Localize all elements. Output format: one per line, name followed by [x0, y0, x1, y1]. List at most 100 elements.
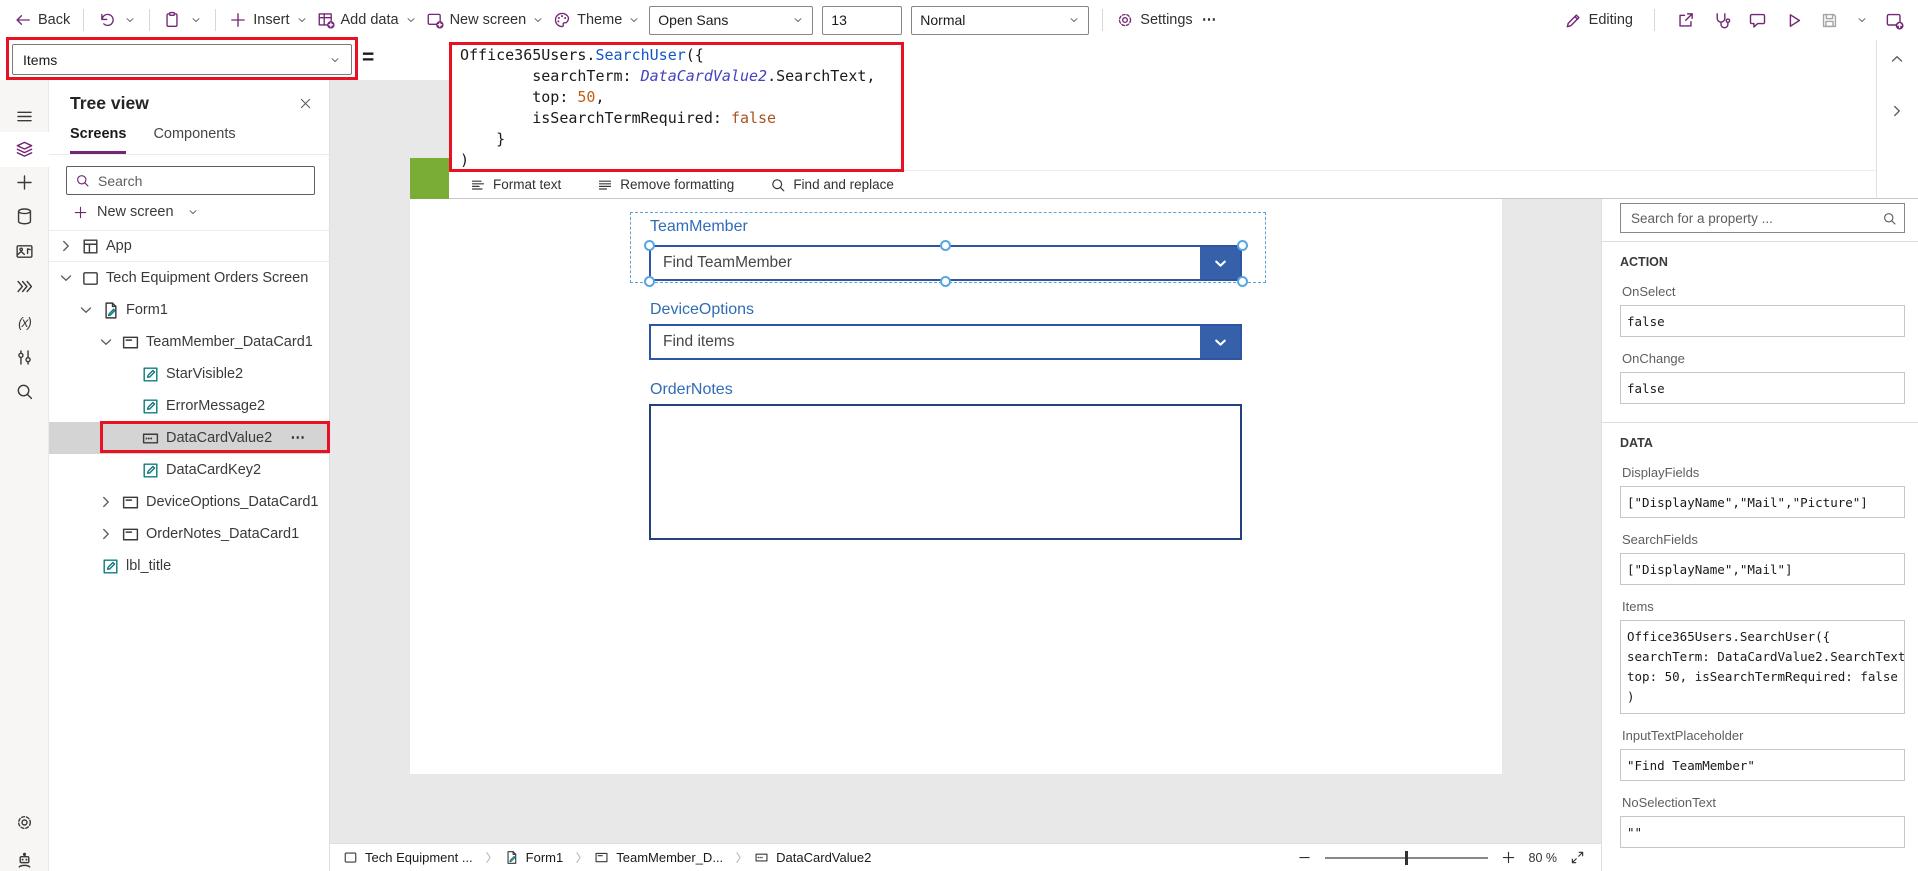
selection-handle[interactable] [1236, 275, 1248, 287]
data-icon[interactable] [15, 207, 34, 226]
find-and-replace-button[interactable]: Find and replace [770, 177, 894, 193]
tree-item-OrderNotes_DataCard1[interactable]: OrderNotes_DataCard1 [49, 518, 329, 550]
tree-view-icon[interactable] [15, 140, 34, 159]
textarea-OrderNotes[interactable] [649, 404, 1242, 540]
more-commands-button[interactable]: ⋯ [1202, 12, 1218, 28]
selection-handle[interactable] [940, 275, 951, 287]
tab-components[interactable]: Components [153, 126, 235, 154]
app-checker-icon[interactable] [1712, 11, 1731, 30]
formula-code[interactable]: Office365Users.SearchUser({ searchTerm: … [449, 40, 1876, 171]
remove-formatting-button[interactable]: Remove formatting [597, 177, 734, 193]
zoom-percentage[interactable]: 80 % [1529, 851, 1558, 865]
property-value-OnSelect[interactable]: false [1620, 305, 1905, 337]
advanced-tools-icon[interactable] [15, 348, 34, 367]
insert-icon[interactable] [15, 173, 34, 192]
selection-handle[interactable] [1236, 239, 1248, 251]
breadcrumb-item-DataCardValue2[interactable]: DataCardValue2 [754, 850, 871, 865]
font-style-select[interactable]: Normal [911, 5, 1090, 35]
form-icon [101, 301, 120, 320]
property-value-InputTextPlaceholder[interactable]: "Find TeamMember" [1620, 749, 1905, 781]
hamburger-menu-icon[interactable] [15, 107, 34, 126]
chevron-down-icon[interactable] [77, 301, 95, 319]
tree-search-box[interactable] [66, 166, 315, 195]
tree-item-Tech Equipment Orders Screen[interactable]: Tech Equipment Orders Screen [49, 262, 329, 294]
tree-item-StarVisible2[interactable]: StarVisible2 [49, 358, 329, 390]
zoom-slider[interactable] [1324, 850, 1488, 865]
power-automate-icon[interactable] [15, 277, 34, 296]
selection-handle[interactable] [643, 239, 655, 251]
property-value-OnChange[interactable]: false [1620, 372, 1905, 404]
selection-handle[interactable] [940, 239, 951, 251]
tree-item-lbl_title[interactable]: lbl_title [49, 550, 329, 582]
breadcrumb-item-Tech Equipment ...[interactable]: Tech Equipment ... [343, 850, 473, 865]
zoom-slider-thumb[interactable] [1404, 850, 1408, 865]
chevron-down-icon[interactable] [57, 269, 75, 287]
card-icon [121, 525, 140, 544]
share-icon[interactable] [1676, 11, 1695, 30]
undo-button[interactable] [97, 11, 115, 29]
property-dropdown[interactable]: Items [12, 44, 352, 75]
tab-screens[interactable]: Screens [70, 126, 127, 154]
property-value-DisplayFields[interactable]: ["DisplayName","Mail","Picture"] [1620, 486, 1905, 518]
font-family-select[interactable]: Open Sans [649, 5, 814, 35]
fit-to-window-icon[interactable] [1570, 850, 1585, 865]
tree-item-App[interactable]: App [49, 230, 329, 262]
format-text-button[interactable]: Format text [470, 177, 561, 193]
property-name-Items: Items [1622, 599, 1654, 614]
theme-menu[interactable]: Theme [553, 11, 640, 29]
back-button[interactable]: Back [14, 11, 70, 29]
combobox-dropdown-button[interactable] [1200, 247, 1240, 279]
new-screen-menu[interactable]: New screen [426, 11, 545, 29]
preview-play-icon[interactable] [1784, 11, 1803, 30]
tree-item-DataCardValue2[interactable]: DataCardValue2 ⋯ [49, 422, 329, 454]
tree-item-Form1[interactable]: Form1 [49, 294, 329, 326]
zoom-out-icon[interactable] [1297, 850, 1312, 865]
editing-mode-indicator[interactable]: Editing [1564, 11, 1633, 30]
more-options-button[interactable]: ⋯ [291, 430, 308, 446]
combobox-dropdown-button[interactable] [1200, 326, 1240, 358]
paste-button[interactable] [163, 11, 181, 29]
tree-search-input[interactable] [98, 172, 306, 189]
selection-handle[interactable] [643, 275, 655, 287]
screen-icon [81, 269, 100, 288]
publish-icon[interactable] [1885, 11, 1904, 30]
zoom-in-icon[interactable] [1501, 850, 1516, 865]
font-size-input[interactable]: 13 [822, 5, 903, 35]
tree-item-ErrorMessage2[interactable]: ErrorMessage2 [49, 390, 329, 422]
breadcrumb-item-TeamMember_D...[interactable]: TeamMember_D... [594, 850, 723, 865]
search-icon[interactable] [15, 382, 34, 401]
property-search-box[interactable] [1620, 203, 1905, 233]
comments-icon[interactable] [1748, 11, 1767, 30]
property-value-SearchFields[interactable]: ["DisplayName","Mail"] [1620, 553, 1905, 585]
breadcrumb-item-Form1[interactable]: Form1 [504, 850, 563, 865]
chevron-right-icon[interactable] [97, 493, 115, 511]
save-icon[interactable] [1820, 11, 1839, 30]
new-screen-button[interactable]: New screen [49, 195, 329, 230]
insert-menu[interactable]: Insert [229, 11, 307, 29]
paste-dropdown-chevron-icon[interactable] [190, 14, 202, 26]
close-icon[interactable] [298, 96, 313, 111]
add-data-menu[interactable]: Add data [317, 11, 417, 29]
save-options-chevron-icon[interactable] [1856, 14, 1868, 26]
lbl-title-green-block[interactable] [410, 158, 452, 199]
undo-dropdown-chevron-icon[interactable] [124, 14, 136, 26]
property-search-input[interactable] [1621, 210, 1904, 226]
property-value-Items[interactable]: Office365Users.SearchUser({searchTerm: D… [1620, 620, 1905, 714]
chevron-right-icon[interactable] [97, 525, 115, 543]
media-icon[interactable] [15, 242, 34, 261]
settings-icon[interactable] [15, 813, 34, 832]
tree-item-DataCardKey2[interactable]: DataCardKey2 [49, 454, 329, 486]
collapse-formula-bar-icon[interactable] [1888, 50, 1906, 68]
expand-panel-chevron-icon[interactable] [1888, 102, 1906, 120]
tree-item-DeviceOptions_DataCard1[interactable]: DeviceOptions_DataCard1 [49, 486, 329, 518]
virtual-agent-icon[interactable] [15, 851, 34, 870]
variables-icon[interactable]: (x) [15, 313, 34, 332]
tree-item-TeamMember_DataCard1[interactable]: TeamMember_DataCard1 [49, 326, 329, 358]
property-value-NoSelectionText[interactable]: "" [1620, 816, 1905, 848]
field-label-OrderNotes: OrderNotes [650, 381, 733, 398]
chevron-down-icon[interactable] [97, 333, 115, 351]
formula-bar[interactable]: Office365Users.SearchUser({ searchTerm: … [449, 40, 1876, 199]
settings-button[interactable]: Settings [1116, 11, 1193, 29]
chevron-right-icon[interactable] [57, 237, 75, 255]
combobox-DeviceOptions[interactable]: Find items [649, 324, 1242, 360]
